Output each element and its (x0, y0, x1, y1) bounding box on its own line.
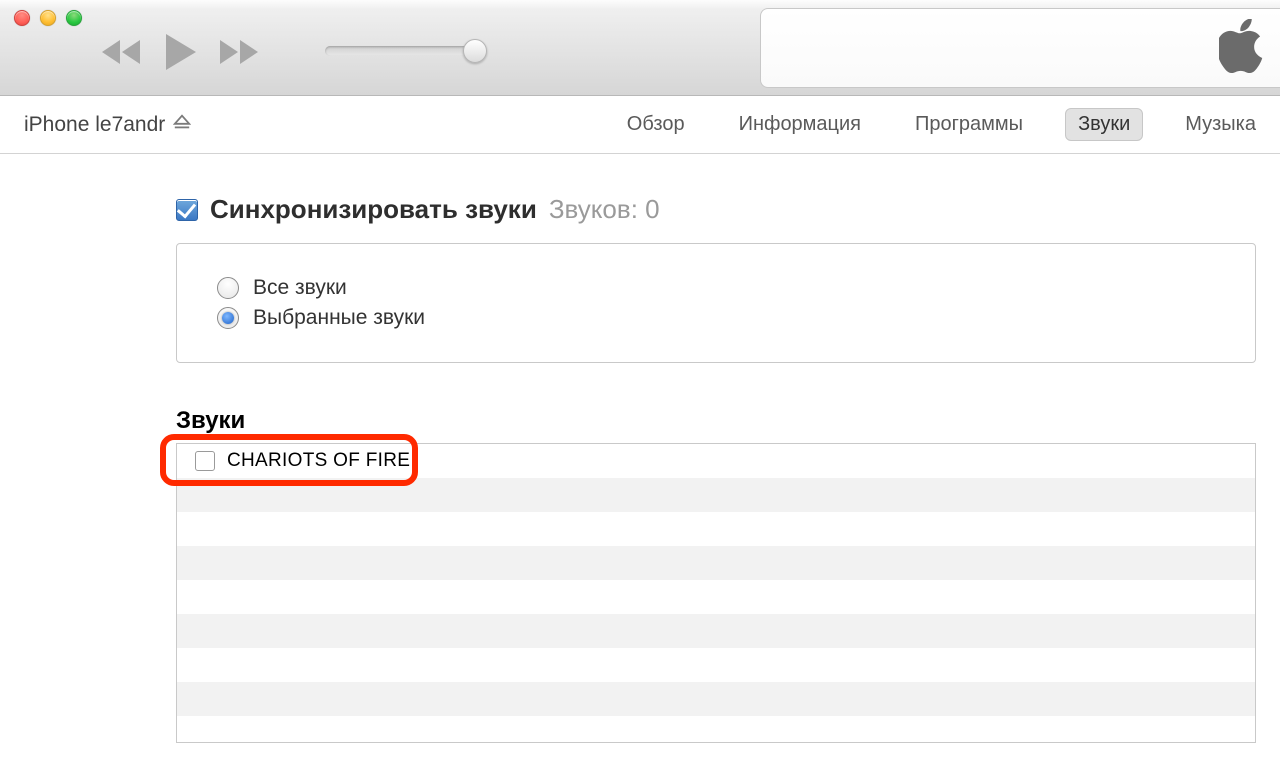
now-playing-panel (760, 8, 1280, 88)
tab-music[interactable]: Музыка (1173, 109, 1268, 140)
zoom-window-button[interactable] (66, 10, 82, 26)
list-item (177, 648, 1255, 682)
radio-selected-sounds-input[interactable] (217, 307, 239, 329)
volume-knob[interactable] (463, 39, 487, 63)
list-item (177, 716, 1255, 743)
device-tabs: Обзор Информация Программы Звуки Музыка (615, 96, 1280, 153)
tab-info[interactable]: Информация (727, 109, 873, 140)
sync-scope-panel: Все звуки Выбранные звуки (176, 243, 1256, 363)
sounds-list: CHARIOTS OF FIRE (176, 443, 1256, 743)
list-item (177, 478, 1255, 512)
sync-sounds-checkbox[interactable] (176, 199, 198, 221)
tab-apps[interactable]: Программы (903, 109, 1035, 140)
sounds-heading: Звуки (176, 407, 1256, 435)
radio-selected-sounds-label: Выбранные звуки (253, 306, 425, 330)
apple-logo-icon (1219, 19, 1265, 78)
sync-sounds-row: Синхронизировать звуки Звуков: 0 (176, 194, 1256, 225)
radio-all-sounds-label: Все звуки (253, 276, 347, 300)
play-button[interactable] (160, 32, 200, 72)
titlebar (0, 0, 1280, 96)
eject-icon[interactable] (173, 113, 191, 137)
list-item (177, 580, 1255, 614)
sync-sounds-label: Синхронизировать звуки (210, 194, 537, 225)
device-name-label: iPhone le7andr (24, 113, 165, 137)
sound-item-checkbox[interactable] (195, 451, 215, 471)
device-name[interactable]: iPhone le7andr (24, 113, 191, 137)
minimize-window-button[interactable] (40, 10, 56, 26)
radio-all-sounds[interactable]: Все звуки (217, 276, 1215, 300)
tab-overview[interactable]: Обзор (615, 109, 697, 140)
player-controls (100, 32, 260, 72)
list-item (177, 546, 1255, 580)
tab-sounds[interactable]: Звуки (1065, 108, 1143, 141)
volume-slider[interactable] (325, 46, 505, 56)
forward-button[interactable] (218, 38, 260, 66)
close-window-button[interactable] (14, 10, 30, 26)
radio-selected-sounds[interactable]: Выбранные звуки (217, 306, 1215, 330)
sound-item-label: CHARIOTS OF FIRE (227, 450, 410, 472)
content: Синхронизировать звуки Звуков: 0 Все зву… (0, 154, 1280, 743)
window-controls (14, 10, 82, 26)
list-item (177, 614, 1255, 648)
radio-all-sounds-input[interactable] (217, 277, 239, 299)
sync-sounds-count: Звуков: 0 (549, 194, 660, 225)
rewind-button[interactable] (100, 38, 142, 66)
list-item[interactable]: CHARIOTS OF FIRE (177, 444, 1255, 478)
list-item (177, 512, 1255, 546)
device-header: iPhone le7andr Обзор Информация Программ… (0, 96, 1280, 154)
list-item (177, 682, 1255, 716)
